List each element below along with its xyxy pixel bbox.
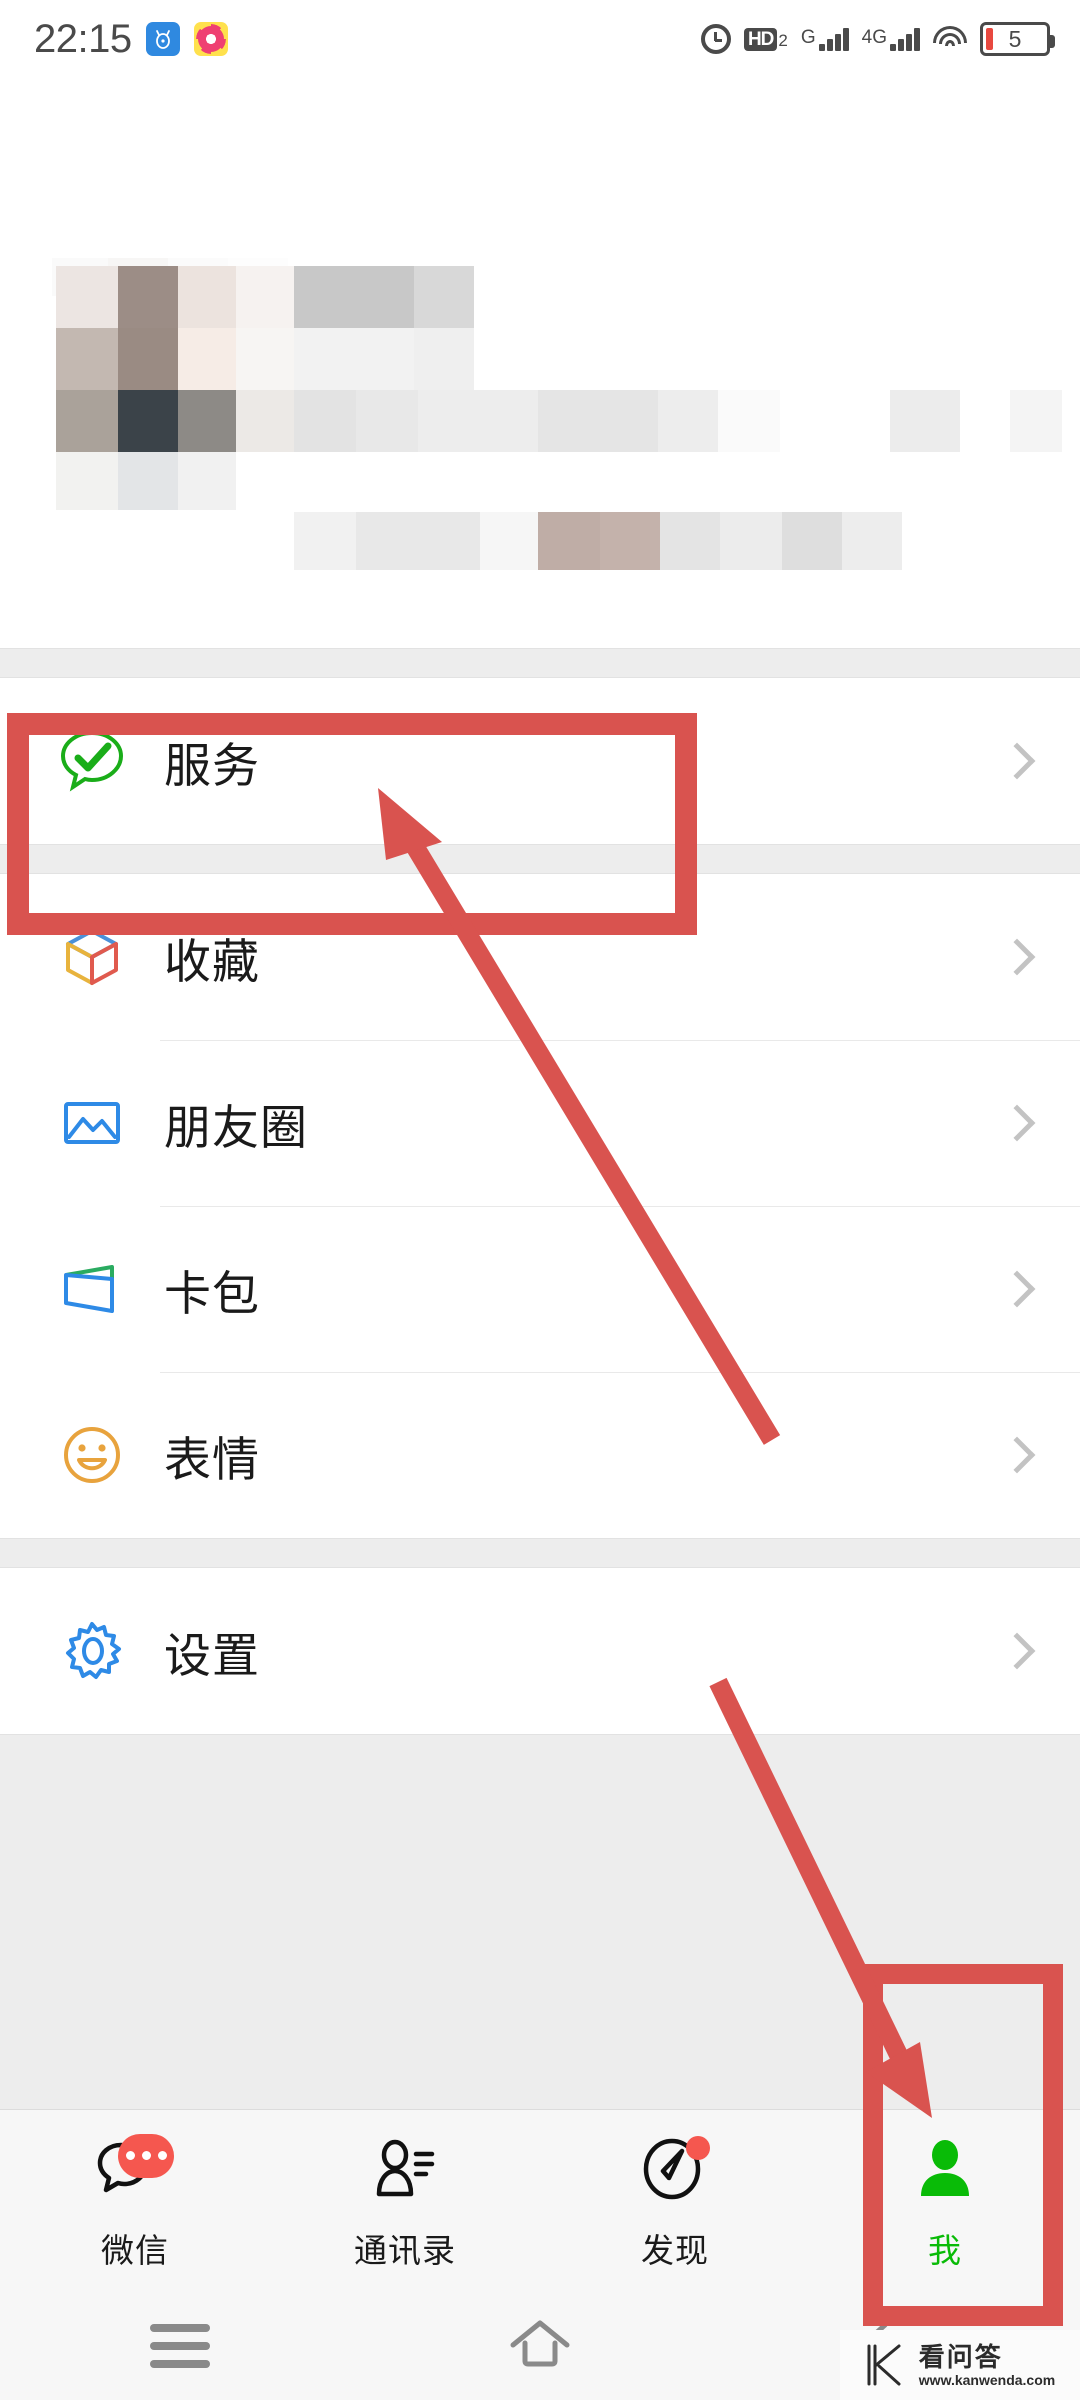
new-indicator-dot — [686, 2135, 710, 2160]
section-gap-1 — [0, 844, 1080, 874]
home-icon — [505, 2317, 575, 2374]
chevron-right-icon — [998, 1270, 1036, 1308]
services-icon — [56, 725, 128, 797]
menu-item-favorites[interactable]: 收藏 — [0, 874, 1080, 1040]
recents-menu-button[interactable] — [0, 2323, 360, 2368]
section-gap-2 — [0, 1538, 1080, 1568]
kanwenda-k-logo — [867, 2344, 901, 2386]
hd-sub-label: 2 — [778, 30, 788, 50]
battery-level-label: 5 — [1008, 25, 1022, 52]
menu-item-cards[interactable]: 卡包 — [0, 1206, 1080, 1372]
4g-signal-icon: 4G — [861, 26, 920, 51]
menu-group-settings: 设置 — [0, 1568, 1080, 1734]
profile-header-blurred[interactable] — [0, 78, 1080, 676]
unread-badge — [118, 2133, 174, 2178]
discover-compass-icon — [630, 2130, 720, 2212]
menu-item-label: 设置 — [164, 1628, 260, 1682]
alarm-icon — [700, 24, 731, 54]
tab-me[interactable]: 我 — [810, 2110, 1080, 2291]
chevron-right-icon — [998, 742, 1036, 780]
watermark-brand: 看问答 — [918, 2341, 1003, 2372]
chat-bubbles-icon — [90, 2130, 180, 2212]
stickers-smiley-icon — [56, 1419, 128, 1491]
chevron-right-icon — [998, 1104, 1036, 1142]
tab-label: 通讯录 — [354, 2231, 456, 2269]
chevron-right-icon — [998, 1632, 1036, 1670]
battery-icon: 5 — [980, 22, 1055, 56]
menu-item-moments[interactable]: 朋友圈 — [0, 1040, 1080, 1206]
me-person-icon — [900, 2130, 990, 2212]
menu-item-label: 卡包 — [164, 1266, 260, 1320]
menu-group-main: 收藏 朋友圈 卡包 表情 — [0, 874, 1080, 1538]
sim2-network-label: 4G — [861, 26, 887, 48]
bottom-tab-bar: 微信 通讯录 发现 我 — [0, 2109, 1080, 2291]
menu-group-services: 服务 — [0, 678, 1080, 844]
menu-icon — [150, 2323, 210, 2368]
menu-item-label: 服务 — [164, 738, 260, 792]
chevron-right-icon — [998, 1436, 1036, 1474]
settings-gear-icon — [56, 1615, 128, 1687]
status-bar-clock: 22:15 — [34, 16, 132, 61]
hd-label: HD — [743, 27, 778, 51]
sim1-network-label: G — [800, 26, 816, 48]
section-gap-top — [0, 648, 1080, 678]
donut-app-icon — [193, 22, 228, 56]
status-bar-right: HD 2 G 4G 5 — [700, 22, 1055, 56]
wifi-icon — [933, 26, 967, 52]
tab-label: 我 — [928, 2231, 962, 2269]
phone-screen: 22:15 HD 2 G 4G 5 服务 收藏 朋友圈 卡包 表情 设置 微信 … — [0, 0, 1080, 2400]
blue-app-icon — [145, 22, 180, 56]
g-signal-icon: G — [800, 26, 849, 51]
tab-discover[interactable]: 发现 — [540, 2110, 810, 2291]
contacts-icon — [360, 2130, 450, 2212]
moments-photo-icon — [56, 1087, 128, 1159]
watermark: 看问答 www.kanwenda.com — [840, 2330, 1080, 2400]
tab-label: 微信 — [101, 2231, 169, 2269]
tab-contacts[interactable]: 通讯录 — [270, 2110, 540, 2291]
menu-item-label: 表情 — [164, 1432, 260, 1486]
menu-item-label: 朋友圈 — [164, 1100, 308, 1154]
tab-label: 发现 — [641, 2231, 709, 2269]
content-filler — [0, 1734, 1080, 2109]
menu-item-settings[interactable]: 设置 — [0, 1568, 1080, 1734]
chevron-right-icon — [998, 938, 1036, 976]
cards-wallet-icon — [56, 1253, 128, 1325]
status-bar-left: 22:15 — [34, 17, 228, 62]
tab-wechat[interactable]: 微信 — [0, 2110, 270, 2291]
menu-item-stickers[interactable]: 表情 — [0, 1372, 1080, 1538]
watermark-url: www.kanwenda.com — [918, 2371, 1056, 2388]
favorites-cube-icon — [56, 921, 128, 993]
status-bar: 22:15 HD 2 G 4G 5 — [0, 0, 1080, 78]
menu-item-label: 收藏 — [164, 934, 260, 988]
hd-voice-icon: HD 2 — [743, 27, 788, 51]
home-button[interactable] — [360, 2317, 720, 2374]
menu-item-services[interactable]: 服务 — [0, 678, 1080, 844]
